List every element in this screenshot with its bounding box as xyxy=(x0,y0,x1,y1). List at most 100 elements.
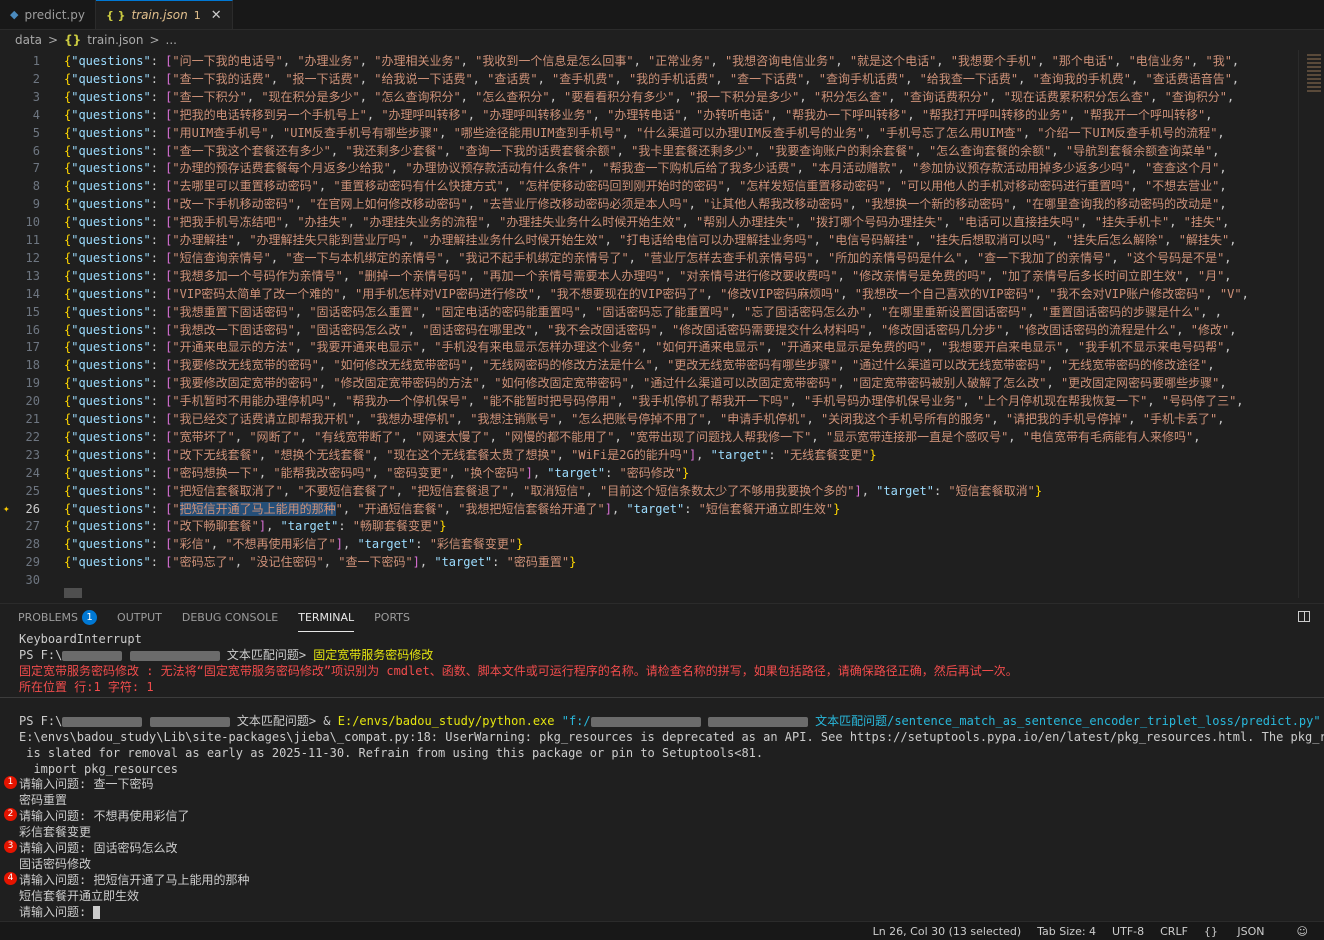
code-line[interactable]: 15 {"questions": ["我想重置下固话密码", "固话密码怎么重置"… xyxy=(0,303,1298,321)
problems-count-badge: 1 xyxy=(193,8,201,22)
code-text: {"questions": ["我想重置下固话密码", "固话密码怎么重置", … xyxy=(64,304,1230,319)
terminal-question: 请输入问题: 查一下密码 xyxy=(19,777,154,791)
line-number: 27 xyxy=(25,519,40,534)
code-text: {"questions": ["彩信", "不想再使用彩信了"], "targe… xyxy=(64,537,524,552)
line-number: 29 xyxy=(25,555,40,570)
code-line[interactable]: 1 {"questions": ["问一下我的电话号", "办理业务", "办理相… xyxy=(0,52,1298,70)
breadcrumb-separator: > xyxy=(48,33,59,47)
tab-output[interactable]: OUTPUT xyxy=(117,604,162,632)
breadcrumb-folder[interactable]: data xyxy=(15,33,42,47)
code-text: {"questions": ["查一下我的话费", "报一下话费", "给我说一… xyxy=(64,71,1247,86)
code-line[interactable]: 26 ✦ {"questions": ["把短信开通了马上能用的那种", "开通短信… xyxy=(0,500,1298,518)
code-line[interactable]: 28 {"questions": ["彩信", "不想再使用彩信了"], "tar… xyxy=(0,535,1298,553)
terminal-question: 请输入问题: 把短信开通了马上能用的那种 xyxy=(19,873,250,887)
line-number: 15 xyxy=(25,304,40,319)
code-line[interactable]: 16 {"questions": ["我想改一下固话密码", "固话密码怎么改",… xyxy=(0,321,1298,339)
terminal-answer: 短信套餐开通立即生效 xyxy=(19,889,140,903)
terminal-error-line: 固定宽带服务密码修改 : 无法将“固定宽带服务密码修改”项识别为 cmdlet、… xyxy=(19,664,1018,678)
tab-terminal[interactable]: TERMINAL xyxy=(298,604,355,632)
code-line[interactable]: 13 {"questions": ["我想多加一个号码作为亲情号", "删掉一个亲… xyxy=(0,267,1298,285)
terminal-answer: 密码重置 xyxy=(19,793,68,807)
terminal-prompt[interactable]: 请输入问题: xyxy=(19,904,101,920)
code-line[interactable]: 7 {"questions": ["办理的预存话费套餐每个月返多少给我", "办理… xyxy=(0,159,1298,177)
code-line[interactable]: 20 {"questions": ["手机暂时不用能办理停机吗", "帮我办一个停… xyxy=(0,392,1298,410)
breadcrumb: data > {} train.json > ... xyxy=(0,30,1324,50)
code-line[interactable]: 17 {"questions": ["开通来电显示的方法", "我要开通来电显示"… xyxy=(0,338,1298,356)
line-number: 28 xyxy=(25,537,40,552)
terminal-line: is slated for removal as early as 2025-1… xyxy=(19,746,764,760)
code-line[interactable]: 27 {"questions": ["改下畅聊套餐"], "target": "畅… xyxy=(0,517,1298,535)
braces-icon: {} xyxy=(1203,924,1218,938)
editor-tab-bar: ◆ predict.py { } train.json 1 ✕ xyxy=(0,0,1324,30)
code-text: {"questions": ["改下无线套餐", "想换个无线套餐", "现在这… xyxy=(64,447,877,462)
line-number: 9 xyxy=(32,197,40,212)
problems-badge: 1 xyxy=(82,610,98,625)
line-number: 30 xyxy=(25,573,40,588)
line-number: 20 xyxy=(25,394,40,409)
minimap[interactable] xyxy=(1298,50,1324,598)
terminal-line: E:\envs\badou_study\Lib\site-packages\ji… xyxy=(19,730,1324,744)
code-text: {"questions": ["查一下积分", "现在积分是多少", "怎么查询… xyxy=(64,89,1242,104)
close-icon[interactable]: ✕ xyxy=(211,8,222,23)
marker-2-icon: 2 xyxy=(4,808,17,821)
breadcrumb-separator: > xyxy=(149,33,160,47)
code-line[interactable]: 21 {"questions": ["我已经交了话费请立即帮我开机", "我想办理… xyxy=(0,410,1298,428)
code-line[interactable]: 25 {"questions": ["把短信套餐取消了", "不要短信套餐了", … xyxy=(0,482,1298,500)
tab-label: TERMINAL xyxy=(298,610,355,624)
line-number: 13 xyxy=(25,268,40,283)
code-line[interactable]: 19 {"questions": ["我要修改固定宽带的密码", "修改固定宽带密… xyxy=(0,374,1298,392)
tab-train-json[interactable]: { } train.json 1 ✕ xyxy=(95,0,233,29)
code-editor[interactable]: 1 {"questions": ["问一下我的电话号", "办理业务", "办理相… xyxy=(0,50,1298,598)
code-line[interactable]: 8 {"questions": ["去哪里可以重置移动密码", "重置移动密码有什… xyxy=(0,177,1298,195)
breadcrumb-more[interactable]: ... xyxy=(166,33,177,47)
breadcrumb-file[interactable]: train.json xyxy=(87,33,143,47)
code-text: {"questions": ["我已经交了话费请立即帮我开机", "我想办理停机… xyxy=(64,412,1232,426)
line-number: 19 xyxy=(25,376,40,391)
tab-ports[interactable]: PORTS xyxy=(374,604,410,632)
horizontal-scrollbar[interactable] xyxy=(64,588,82,598)
code-line[interactable]: 6 {"questions": ["查一下我这个套餐还有多少", "我还剩多少套餐… xyxy=(0,142,1298,160)
code-text: {"questions": ["我要修改固定宽带的密码", "修改固定宽带密码的… xyxy=(64,376,1234,391)
panel-tab-bar: PROBLEMS 1 OUTPUT DEBUG CONSOLE TERMINAL … xyxy=(0,603,1324,632)
terminal-answer: 彩信套餐变更 xyxy=(19,825,92,839)
panel-layout-icon[interactable] xyxy=(1298,611,1310,622)
tab-size[interactable]: Tab Size: 4 xyxy=(1037,925,1096,938)
encoding[interactable]: UTF-8 xyxy=(1112,925,1144,938)
code-line[interactable]: 18 {"questions": ["我要修改无线宽带的密码", "如何修改无线宽… xyxy=(0,356,1298,374)
line-number: 22 xyxy=(25,429,40,444)
code-line[interactable]: 12 {"questions": ["短信查询亲情号", "查一下与本机绑定的亲情… xyxy=(0,249,1298,267)
copilot-icon[interactable]: ☺ xyxy=(1297,925,1308,938)
tab-predict-py[interactable]: ◆ predict.py xyxy=(0,0,96,29)
code-line[interactable]: 30 xyxy=(0,571,1298,589)
terminal-question: 请输入问题: 不想再使用彩信了 xyxy=(19,809,190,823)
code-line[interactable]: 23 {"questions": ["改下无线套餐", "想换个无线套餐", "现… xyxy=(0,446,1298,464)
code-line[interactable]: 5 {"questions": ["用UIM查手机号", "UIM反查手机号有哪些… xyxy=(0,124,1298,142)
line-ending[interactable]: CRLF xyxy=(1160,925,1188,938)
code-line[interactable]: 22 {"questions": ["宽带坏了", "网断了", "有线宽带断了"… xyxy=(0,428,1298,446)
terminal-separator xyxy=(0,697,1324,698)
line-number: 10 xyxy=(25,215,40,230)
code-line[interactable]: 14 {"questions": ["VIP密码太简单了改一个难的", "用手机怎… xyxy=(0,285,1298,303)
lightbulb-icon[interactable]: ✦ xyxy=(3,500,10,518)
code-text: {"questions": ["去哪里可以重置移动密码", "重置移动密码有什么… xyxy=(64,179,1234,194)
code-text: {"questions": ["问一下我的电话号", "办理业务", "办理相关… xyxy=(64,54,1247,68)
tab-problems[interactable]: PROBLEMS 1 xyxy=(18,604,98,632)
line-number: 18 xyxy=(25,358,40,373)
code-line[interactable]: 24 {"questions": ["密码想换一下", "能帮我改密码吗", "密… xyxy=(0,464,1298,482)
cursor-position[interactable]: Ln 26, Col 30 (13 selected) xyxy=(873,925,1022,938)
language-mode[interactable]: {} JSON xyxy=(1204,925,1281,938)
json-icon: {} xyxy=(64,33,82,47)
marker-1-icon: 1 xyxy=(4,776,17,789)
code-text: {"questions": ["把我手机号冻结吧", "办挂失", "办理挂失业… xyxy=(64,215,1237,230)
code-text: {"questions": ["把我的电话转移到另一个手机号上", "办理呼叫转… xyxy=(64,107,1220,122)
tab-label: PORTS xyxy=(374,611,410,624)
code-line[interactable]: 9 {"questions": ["改一下手机移动密码", "在官网上如何修改移动… xyxy=(0,195,1298,213)
code-line[interactable]: 11 {"questions": ["办理解挂", "办理解挂失只能到营业厅吗",… xyxy=(0,231,1298,249)
code-line[interactable]: 29 {"questions": ["密码忘了", "没记住密码", "查一下密码… xyxy=(0,553,1298,571)
code-line[interactable]: 4 {"questions": ["把我的电话转移到另一个手机号上", "办理呼叫… xyxy=(0,106,1298,124)
terminal-output[interactable]: KeyboardInterrupt PS F:\ 文本匹配问题> 固定宽带服务密… xyxy=(0,631,1324,921)
code-line[interactable]: 10 {"questions": ["把我手机号冻结吧", "办挂失", "办理挂… xyxy=(0,213,1298,231)
code-line[interactable]: 3 {"questions": ["查一下积分", "现在积分是多少", "怎么查… xyxy=(0,88,1298,106)
code-line[interactable]: 2 {"questions": ["查一下我的话费", "报一下话费", "给我说… xyxy=(0,70,1298,88)
tab-debug-console[interactable]: DEBUG CONSOLE xyxy=(182,604,278,632)
